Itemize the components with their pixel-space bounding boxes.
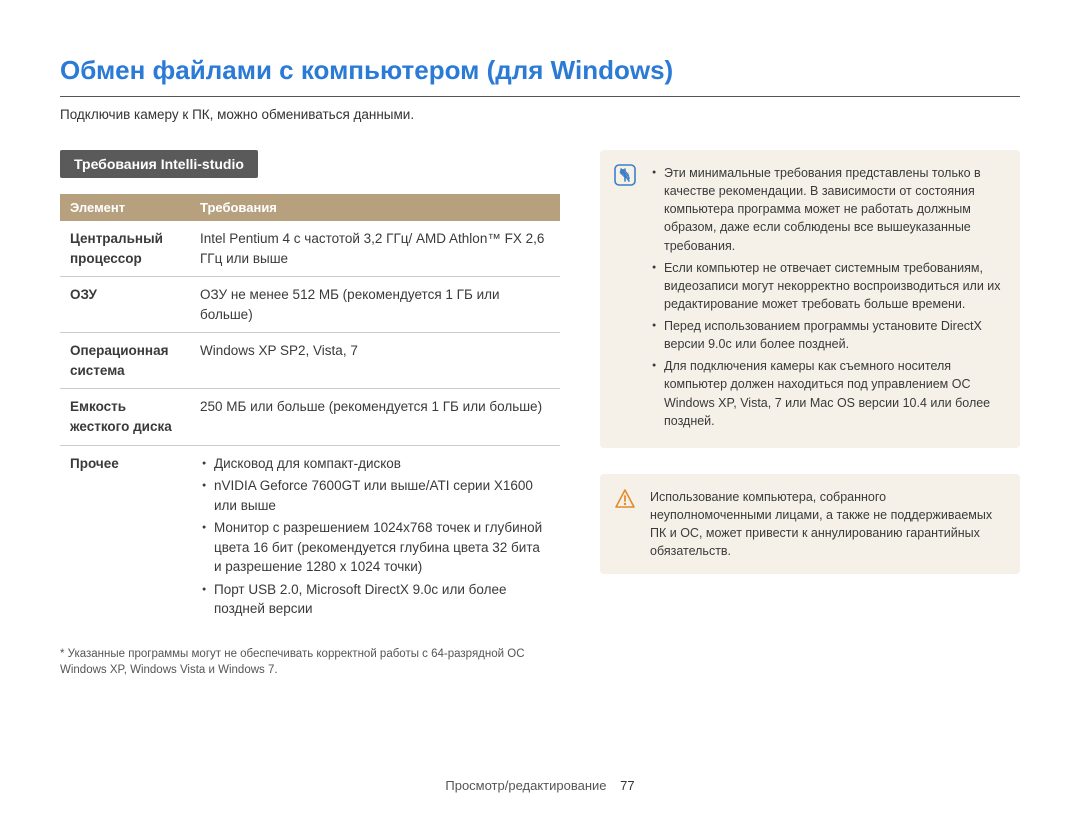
row-key: ОЗУ xyxy=(60,277,190,333)
footnote-text: * Указанные программы могут не обеспечив… xyxy=(60,646,560,678)
right-column: ✎ Эти минимальные требования представлен… xyxy=(600,150,1020,678)
svg-text:✎: ✎ xyxy=(619,167,632,184)
row-val: Windows XP SP2, Vista, 7 xyxy=(190,333,560,389)
info-note-box: ✎ Эти минимальные требования представлен… xyxy=(600,150,1020,448)
page-subtitle: Подключив камеру к ПК, можно обмениватьс… xyxy=(60,107,1020,122)
table-head-col2: Требования xyxy=(190,194,560,221)
page-footer: Просмотр/редактирование 77 xyxy=(0,778,1080,793)
row-key: Центральный процессор xyxy=(60,221,190,277)
info-icon: ✎ xyxy=(614,164,636,186)
row-key: Операционная система xyxy=(60,333,190,389)
footer-section: Просмотр/редактирование xyxy=(445,778,606,793)
list-item: nVIDIA Geforce 7600GT или выше/ATI серии… xyxy=(200,476,550,515)
row-val: Intel Pentium 4 с частотой 3,2 ГГц/ AMD … xyxy=(190,221,560,277)
row-val-other: Дисковод для компакт-дисков nVIDIA Gefor… xyxy=(190,445,560,630)
warning-text: Использование компьютера, собранного неу… xyxy=(650,488,1004,561)
list-item: Если компьютер не отвечает системным тре… xyxy=(650,259,1004,313)
list-item: Для подключения камеры как съемного носи… xyxy=(650,357,1004,430)
row-val: 250 МБ или больше (рекомендуется 1 ГБ ил… xyxy=(190,389,560,445)
section-heading: Требования Intelli-studio xyxy=(60,150,258,178)
list-item: Порт USB 2.0, Microsoft DirectX 9.0c или… xyxy=(200,580,550,619)
list-item: Перед использованием программы установит… xyxy=(650,317,1004,353)
info-list: Эти минимальные требования представлены … xyxy=(650,164,1004,434)
list-item: Дисковод для компакт-дисков xyxy=(200,454,550,474)
warning-icon xyxy=(614,488,636,510)
warning-note-box: Использование компьютера, собранного неу… xyxy=(600,474,1020,575)
table-head-col1: Элемент xyxy=(60,194,190,221)
list-item: Монитор с разрешением 1024x768 точек и г… xyxy=(200,518,550,577)
list-item: Эти минимальные требования представлены … xyxy=(650,164,1004,255)
left-column: Требования Intelli-studio Элемент Требов… xyxy=(60,150,560,678)
requirements-table: Элемент Требования Центральный процессор… xyxy=(60,194,560,630)
row-val: ОЗУ не менее 512 МБ (рекомендуется 1 ГБ … xyxy=(190,277,560,333)
table-row: Операционная система Windows XP SP2, Vis… xyxy=(60,333,560,389)
page-title: Обмен файлами с компьютером (для Windows… xyxy=(60,55,1020,97)
table-row: ОЗУ ОЗУ не менее 512 МБ (рекомендуется 1… xyxy=(60,277,560,333)
footer-page-number: 77 xyxy=(620,778,634,793)
row-key: Емкость жесткого диска xyxy=(60,389,190,445)
table-row: Прочее Дисковод для компакт-дисков nVIDI… xyxy=(60,445,560,630)
table-row: Емкость жесткого диска 250 МБ или больше… xyxy=(60,389,560,445)
table-row: Центральный процессор Intel Pentium 4 с … xyxy=(60,221,560,277)
row-key-other: Прочее xyxy=(60,445,190,630)
